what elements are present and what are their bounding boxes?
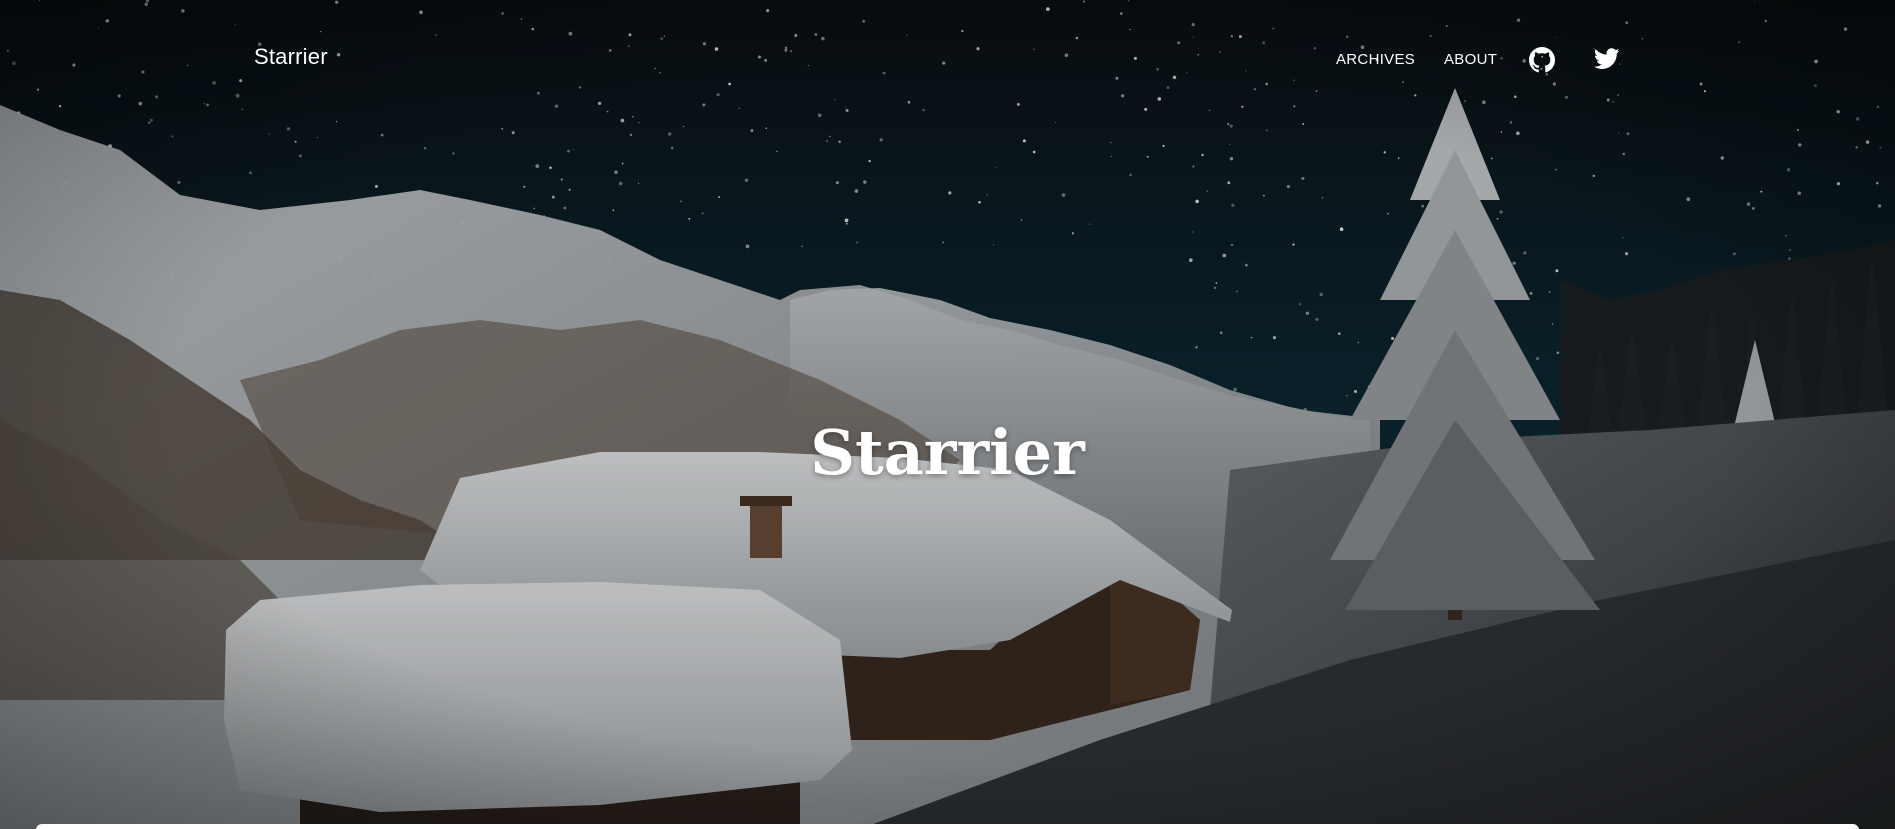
twitter-icon[interactable] — [1594, 48, 1620, 72]
nav-archives-link[interactable]: ARCHIVES — [1336, 51, 1415, 69]
brand-link[interactable]: Starrier — [254, 44, 328, 70]
site-header: Starrier ARCHIVES ABOUT — [0, 0, 1895, 120]
content-card-edge — [36, 824, 1859, 829]
hero-banner: Starrier ARCHIVES ABOUT Starrier — [0, 0, 1895, 829]
hero-title: Starrier — [810, 416, 1085, 489]
nav-about-link[interactable]: ABOUT — [1444, 51, 1497, 69]
github-icon[interactable] — [1529, 47, 1555, 73]
